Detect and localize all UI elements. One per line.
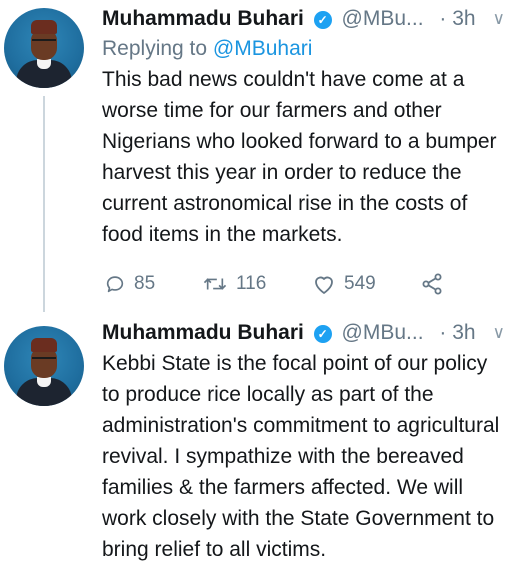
chevron-down-icon[interactable]: ∨ <box>493 4 505 34</box>
chevron-down-icon[interactable]: ∨ <box>493 318 505 348</box>
tweet-actions: 85 116 549 <box>102 264 509 304</box>
author-name[interactable]: Muhammadu Buhari <box>102 7 304 30</box>
tweet-1[interactable]: Muhammadu Buhari ✓ @MBu... · 3h ∨ Replyi… <box>0 0 517 312</box>
replying-to: Replying to @MBuhari <box>102 34 509 64</box>
retweet-button[interactable]: 116 <box>202 264 266 304</box>
author-handle[interactable]: @MBu... <box>342 7 424 30</box>
tweet-header: Muhammadu Buhari ✓ @MBu... · 3h ∨ <box>102 318 509 348</box>
tweet-content: Muhammadu Buhari ✓ @MBu... · 3h ∨ Kebbi … <box>102 318 509 565</box>
avatar[interactable] <box>4 8 84 88</box>
tweet-2[interactable]: Muhammadu Buhari ✓ @MBu... · 3h ∨ Kebbi … <box>0 312 517 587</box>
author-name[interactable]: Muhammadu Buhari <box>102 321 304 344</box>
reply-icon <box>106 276 124 293</box>
tweet-header: Muhammadu Buhari ✓ @MBu... · 3h ∨ <box>102 4 509 34</box>
tweet-time[interactable]: · 3h <box>439 321 475 344</box>
thread-line <box>43 96 45 312</box>
heart-icon <box>315 276 333 294</box>
retweet-icon <box>203 278 227 290</box>
replying-to-mention[interactable]: @MBuhari <box>213 37 313 60</box>
reply-count: 85 <box>134 273 156 294</box>
replying-to-label: Replying to <box>102 37 213 60</box>
verified-badge-icon: ✓ <box>313 11 332 29</box>
author-handle[interactable]: @MBu... <box>342 321 424 344</box>
avatar[interactable] <box>4 326 84 406</box>
tweet-time[interactable]: · 3h <box>439 7 475 30</box>
tweet-content: Muhammadu Buhari ✓ @MBu... · 3h ∨ Replyi… <box>102 4 509 304</box>
share-icon <box>422 273 442 295</box>
share-button[interactable] <box>420 264 444 304</box>
verified-badge-icon: ✓ <box>313 325 332 343</box>
tweet-text: This bad news couldn't have come at a wo… <box>102 68 497 246</box>
tweet-text: Kebbi State is the focal point of our po… <box>102 352 500 561</box>
like-button[interactable]: 549 <box>312 264 376 304</box>
reply-button[interactable]: 85 <box>104 264 155 304</box>
retweet-count: 116 <box>236 273 267 294</box>
like-count: 549 <box>344 273 376 294</box>
